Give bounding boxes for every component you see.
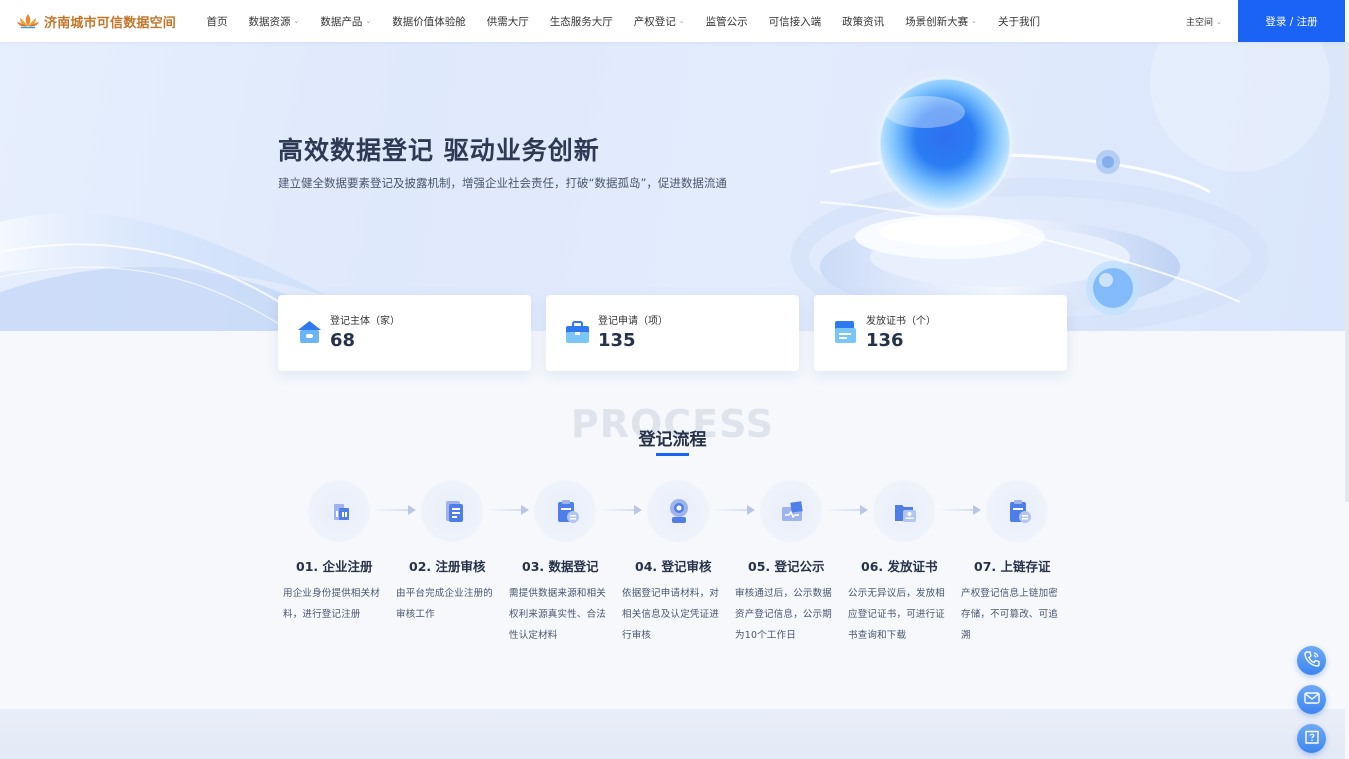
- step-icon-circle: [308, 480, 370, 542]
- step-arrow: [825, 505, 868, 515]
- step-icon-circle: [647, 480, 709, 542]
- house-icon: [296, 319, 323, 346]
- stat-card-registered-entities: 登记主体（家） 68: [278, 295, 531, 371]
- briefcase-icon: [564, 319, 591, 346]
- stat-value: 68: [330, 330, 356, 351]
- step-description: 产权登记信息上链加密存储，不可篡改、可追溯: [961, 588, 1059, 641]
- nav-item-label: 数据价值体验舱: [392, 15, 466, 28]
- step-icon-circle: [760, 480, 822, 542]
- step-description: 由平台完成企业注册的审核工作: [396, 588, 494, 620]
- title-underline: [656, 453, 689, 456]
- step-description: 依据登记申请材料，对相关信息及认定凭证进行审核: [622, 588, 720, 641]
- clipboard-icon: [558, 500, 579, 523]
- stat-label: 登记主体（家）: [330, 316, 400, 327]
- help-book-icon: [1303, 728, 1321, 750]
- chevron-down-icon: ⌄: [971, 17, 977, 25]
- nav-item-1[interactable]: 数据资源 ⌄: [249, 14, 300, 29]
- step-arrow: [599, 505, 642, 515]
- lotus-logo-icon: [16, 12, 40, 30]
- step-arrow: [712, 505, 755, 515]
- page-scrollbar[interactable]: [1345, 42, 1349, 502]
- stat-label: 登记申请（项）: [598, 316, 668, 327]
- chevron-down-icon: ⌄: [293, 17, 300, 25]
- building-icon: [334, 504, 349, 520]
- step-description: 公示无异议后，发放相应登记证书，可进行证书查询和下载: [848, 588, 946, 641]
- stat-label: 发放证书（个）: [866, 316, 936, 327]
- step-title: 03. 数据登记: [522, 559, 599, 574]
- main-nav: 首页 数据资源 ⌄ 数据产品 ⌄ 数据价值体验舱 供需大厅 生态服务大厅 产权登记 ⌄ 监管公示 可信…: [196, 14, 1051, 29]
- chevron-down-icon: ⌄: [1216, 17, 1222, 26]
- mail-icon: [1303, 689, 1321, 711]
- stat-card-applications: 登记申请（项） 135: [546, 295, 799, 371]
- email-contact-button[interactable]: [1297, 685, 1326, 714]
- nav-item-label: 首页: [206, 15, 228, 28]
- login-register-button[interactable]: 登录 / 注册: [1238, 0, 1345, 42]
- chevron-down-icon: ⌄: [678, 17, 685, 25]
- chevron-down-icon: ⌄: [365, 17, 372, 25]
- step-description: 需提供数据来源和相关权利来源真实性、合法性认定材料: [509, 588, 607, 641]
- nav-item-9[interactable]: 政策资讯: [842, 14, 884, 29]
- nav-item-6[interactable]: 产权登记 ⌄: [634, 14, 685, 29]
- certificate-icon: [832, 319, 859, 346]
- folder-certificate-icon: [895, 505, 916, 522]
- nav-item-label: 数据产品: [320, 15, 363, 28]
- step-icon-circle: [534, 480, 596, 542]
- nav-item-label: 政策资讯: [842, 15, 885, 28]
- nav-item-label: 数据资源: [248, 15, 291, 28]
- step-title: 06. 发放证书: [861, 559, 938, 574]
- next-section-band: [0, 709, 1345, 759]
- nav-item-8[interactable]: 可信接入端: [769, 14, 822, 29]
- site-logo[interactable]: 济南城市可信数据空间: [16, 12, 186, 31]
- nav-item-3[interactable]: 数据价值体验舱: [392, 14, 466, 29]
- document-list-icon: [446, 501, 463, 522]
- step-title: 04. 登记审核: [635, 559, 712, 574]
- nav-item-label: 可信接入端: [768, 15, 822, 28]
- step-icon-circle: [421, 480, 483, 542]
- nav-item-4[interactable]: 供需大厅: [487, 14, 529, 29]
- nav-item-0[interactable]: 首页: [207, 14, 228, 29]
- nav-item-10[interactable]: 场景创新大赛 ⌄: [905, 14, 977, 29]
- hero-banner: 高效数据登记 驱动业务创新 建立健全数据要素登记及披露机制，增强企业社会责任，打…: [0, 42, 1345, 331]
- process-section-title: 登记流程: [638, 430, 707, 450]
- nav-item-5[interactable]: 生态服务大厅: [550, 14, 613, 29]
- nav-item-label: 场景创新大赛: [905, 15, 969, 28]
- help-guide-button[interactable]: [1297, 724, 1326, 753]
- hero-subtitle: 建立健全数据要素登记及披露机制，增强企业社会责任，打破“数据孤岛”，促进数据流通: [278, 176, 727, 190]
- nav-item-label: 生态服务大厅: [549, 15, 613, 28]
- stat-card-certificates: 发放证书（个） 136: [814, 295, 1067, 371]
- step-arrow: [938, 505, 981, 515]
- site-name: 济南城市可信数据空间: [44, 15, 177, 31]
- nav-item-label: 产权登记: [633, 15, 676, 28]
- step-description: 用企业身份提供相关材料，进行登记注册: [283, 588, 381, 620]
- nav-item-label: 供需大厅: [486, 15, 529, 28]
- stat-value: 136: [866, 330, 904, 351]
- space-select-label: 主空间: [1186, 18, 1214, 28]
- nav-item-11[interactable]: 关于我们: [998, 14, 1040, 29]
- monitor-icon: [782, 501, 803, 521]
- nav-item-label: 监管公示: [705, 15, 748, 28]
- top-navbar: 济南城市可信数据空间 首页 数据资源 ⌄ 数据产品 ⌄ 数据价值体验舱 供需大厅 生态服务大厅…: [0, 0, 1349, 42]
- step-arrow: [486, 505, 529, 515]
- step-title: 07. 上链存证: [974, 559, 1051, 574]
- camera-review-icon: [670, 499, 688, 523]
- nav-item-label: 关于我们: [998, 15, 1040, 28]
- hero-title: 高效数据登记 驱动业务创新: [278, 136, 600, 165]
- step-title: 01. 企业注册: [296, 559, 373, 574]
- step-title: 02. 注册审核: [409, 559, 486, 574]
- phone-contact-button[interactable]: [1297, 646, 1326, 675]
- space-select[interactable]: 主空间 ⌄: [1186, 15, 1222, 29]
- stat-value: 135: [598, 330, 636, 351]
- step-arrow: [373, 505, 416, 515]
- nav-item-7[interactable]: 监管公示: [706, 14, 748, 29]
- chain-record-icon: [1010, 500, 1031, 523]
- nav-item-2[interactable]: 数据产品 ⌄: [320, 14, 371, 29]
- step-icon-circle: [873, 480, 935, 542]
- step-description: 审核通过后，公示数据资产登记信息，公示期为10个工作日: [735, 588, 833, 641]
- phone-icon: [1303, 650, 1321, 672]
- step-title: 05. 登记公示: [748, 559, 825, 574]
- step-icon-circle: [986, 480, 1048, 542]
